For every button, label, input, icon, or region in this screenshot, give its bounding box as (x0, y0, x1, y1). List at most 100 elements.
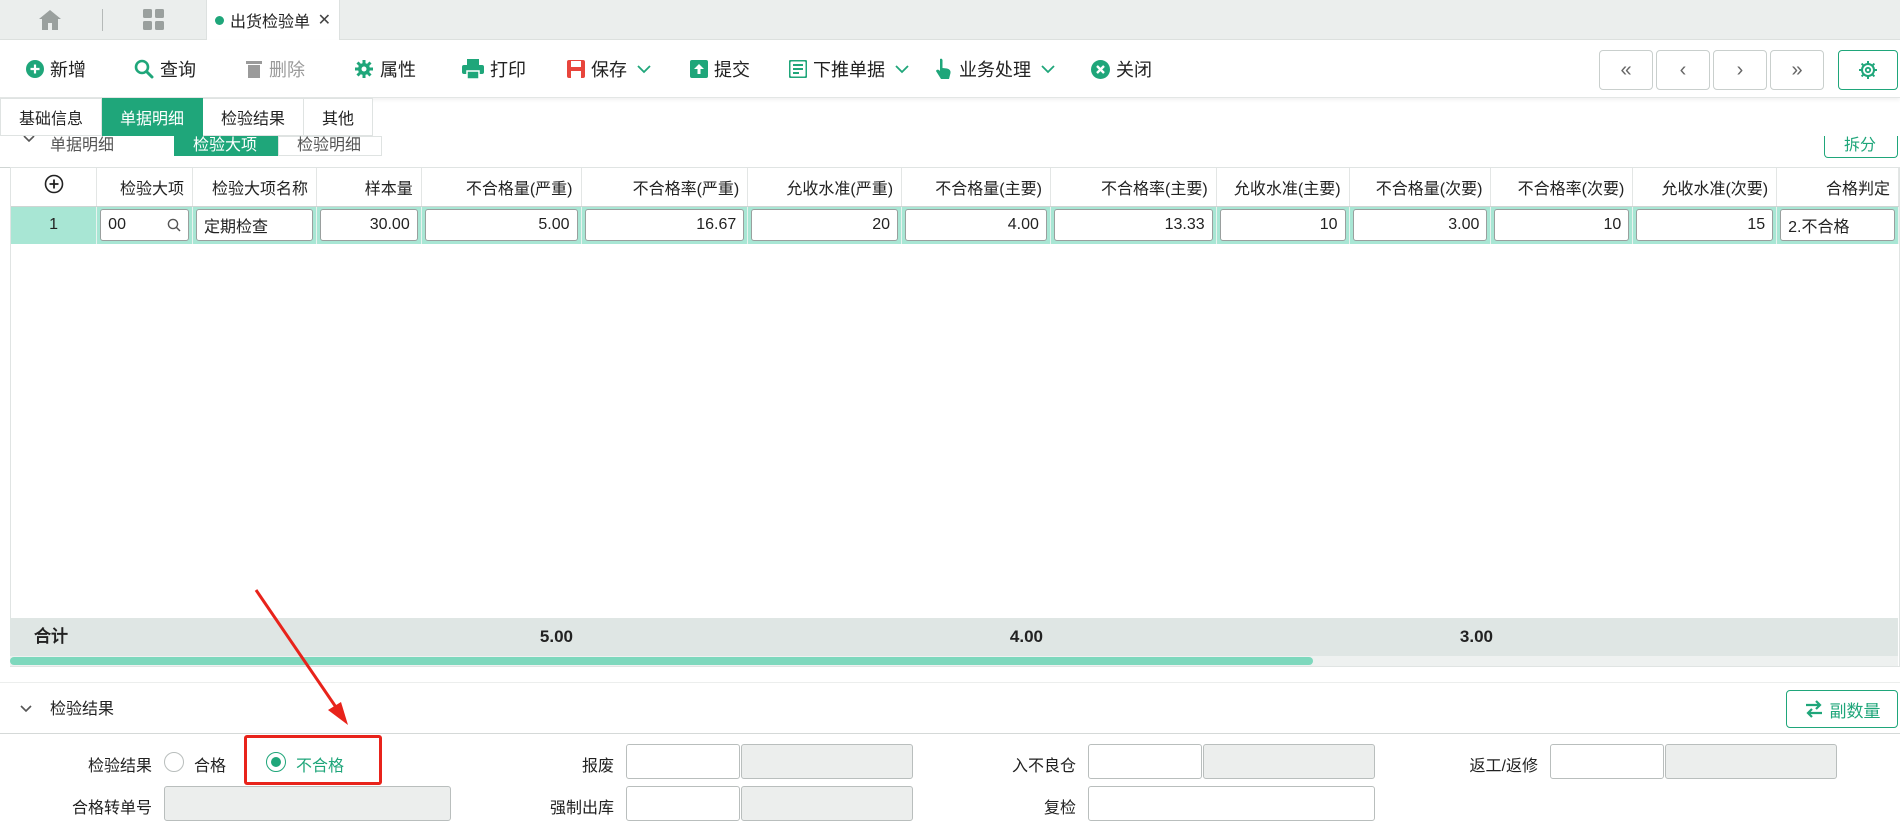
chevron-left-icon: ‹ (1679, 58, 1687, 81)
settings-button[interactable] (1838, 50, 1898, 90)
severe-defect-qty-cell[interactable]: 5.00 (421, 206, 582, 244)
section-title: 检验结果 (50, 701, 115, 718)
business-process-button[interactable]: 业务处理 (935, 56, 1055, 82)
major-aql-input[interactable]: 10 (1219, 209, 1346, 242)
secondary-quantity-button[interactable]: 副数量 (1786, 690, 1898, 728)
query-label: 查询 (160, 60, 196, 80)
cell-value: 00 (108, 216, 126, 234)
submit-button[interactable]: 提交 (690, 56, 750, 82)
pass-transfer-no-field (164, 786, 451, 821)
minor-aql-input[interactable]: 15 (1636, 209, 1774, 242)
minor-defect-rate-input[interactable]: 10 (1494, 209, 1630, 242)
pass-radio[interactable] (164, 752, 184, 772)
sample-size-input[interactable]: 30.00 (319, 209, 418, 242)
submit-label: 提交 (714, 60, 750, 80)
first-record-button[interactable]: « (1599, 50, 1653, 90)
column-header[interactable]: 允收水准(次要) (1632, 168, 1778, 207)
major-defect-rate-input[interactable]: 13.33 (1053, 209, 1213, 242)
defect-warehouse-qty-input[interactable] (1088, 744, 1202, 779)
severe-defect-qty-input[interactable]: 5.00 (424, 209, 578, 242)
major-defect-rate-cell[interactable]: 13.33 (1050, 206, 1217, 244)
close-icon[interactable]: ✕ (318, 10, 331, 30)
query-button[interactable]: 查询 (134, 56, 196, 82)
column-header[interactable]: 不合格率(主要) (1050, 168, 1217, 207)
next-record-button[interactable]: › (1713, 50, 1767, 90)
major-defect-qty-cell[interactable]: 4.00 (901, 206, 1051, 244)
minor-aql-cell[interactable]: 15 (1632, 206, 1778, 244)
column-header[interactable]: 检验大项 (96, 168, 194, 207)
scrap-qty-input[interactable] (626, 744, 740, 779)
double-chevron-right-icon: » (1791, 58, 1803, 81)
sample-size-cell[interactable]: 30.00 (316, 206, 422, 244)
column-header[interactable]: 样本量 (316, 168, 422, 207)
add-row-button[interactable] (11, 168, 98, 207)
push-document-label: 下推单据 (813, 60, 885, 80)
tab-document-detail[interactable]: 单据明细 (102, 98, 204, 136)
tab-other[interactable]: 其他 (304, 98, 374, 136)
column-header[interactable]: 不合格量(主要) (901, 168, 1051, 207)
save-label: 保存 (591, 60, 627, 80)
column-header[interactable]: 不合格量(次要) (1349, 168, 1492, 207)
major-aql-cell[interactable]: 10 (1216, 206, 1350, 244)
tab-bar: 出货检验单 ✕ (0, 0, 1900, 40)
severe-aql-cell[interactable]: 20 (747, 206, 903, 244)
tab-basic-info[interactable]: 基础信息 (0, 98, 103, 136)
delete-button[interactable]: 删除 (245, 56, 305, 82)
home-icon[interactable] (38, 9, 62, 31)
item-name-cell[interactable]: 定期检查 (192, 206, 317, 244)
previous-record-button[interactable]: ‹ (1656, 50, 1710, 90)
plus-circle-icon (44, 174, 63, 194)
severe-defect-rate-input[interactable]: 16.67 (584, 209, 745, 242)
severe-defect-rate-cell[interactable]: 16.67 (581, 206, 749, 244)
rework-qty-input[interactable] (1550, 744, 1664, 779)
column-header[interactable]: 不合格率(严重) (581, 168, 749, 207)
minor-defect-qty-input[interactable]: 3.00 (1352, 209, 1488, 242)
grid-header-row: 检验大项 检验大项名称 样本量 不合格量(严重) 不合格率(严重) 允收水准(严… (11, 168, 1899, 207)
active-dot-icon (215, 15, 224, 25)
recheck-input[interactable] (1088, 786, 1375, 821)
apps-grid-icon[interactable] (142, 9, 166, 31)
inspection-item-cell[interactable]: 00 (96, 206, 194, 244)
inspection-item-input[interactable]: 00 (100, 209, 190, 242)
search-icon[interactable] (167, 218, 181, 232)
new-button[interactable]: 新增 (26, 56, 86, 82)
print-label: 打印 (490, 60, 526, 80)
table-row[interactable]: 1 00 定期检查 30.00 5.00 16.67 20 4.00 13.33… (11, 206, 1899, 244)
judgement-input[interactable]: 2.不合格 (1780, 209, 1895, 242)
subtab-label: 检验明细 (297, 137, 362, 154)
tab-shipment-inspection[interactable]: 出货检验单 ✕ (206, 0, 340, 40)
tab-inspection-result[interactable]: 检验结果 (203, 98, 305, 136)
chevron-down-icon[interactable] (23, 136, 35, 144)
close-button[interactable]: 关闭 (1091, 56, 1152, 82)
column-header[interactable]: 不合格率(次要) (1490, 168, 1634, 207)
subtab-inspection-detail[interactable]: 检验明细 (278, 136, 382, 156)
print-button[interactable]: 打印 (462, 56, 526, 82)
forced-out-qty-input[interactable] (626, 786, 740, 821)
column-header[interactable]: 不合格量(严重) (421, 168, 582, 207)
horizontal-scrollbar[interactable] (10, 656, 1898, 666)
minor-defect-qty-cell[interactable]: 3.00 (1349, 206, 1492, 244)
major-defect-qty-input[interactable]: 4.00 (905, 209, 1047, 242)
minor-defect-rate-cell[interactable]: 10 (1490, 206, 1634, 244)
section-tabs: 基础信息 单据明细 检验结果 其他 (0, 98, 374, 136)
scrollbar-thumb[interactable] (10, 657, 1313, 665)
save-button[interactable]: 保存 (567, 56, 651, 82)
column-header[interactable]: 允收水准(主要) (1216, 168, 1350, 207)
judgement-cell[interactable]: 2.不合格 (1776, 206, 1899, 244)
pass-label[interactable]: 合格 (194, 752, 226, 776)
last-record-button[interactable]: » (1770, 50, 1824, 90)
chevron-down-icon[interactable] (895, 64, 909, 74)
chevron-down-icon[interactable] (637, 64, 651, 74)
gear-icon (1859, 61, 1877, 79)
split-button[interactable]: 拆分 (1824, 136, 1898, 158)
properties-button[interactable]: 属性 (354, 56, 416, 82)
chevron-down-icon[interactable] (1041, 64, 1055, 74)
push-document-button[interactable]: 下推单据 (789, 56, 909, 82)
chevron-down-icon[interactable] (20, 705, 32, 713)
item-name-input[interactable]: 定期检查 (196, 209, 313, 242)
subtab-inspection-item[interactable]: 检验大项 (174, 136, 278, 156)
column-header[interactable]: 允收水准(严重) (747, 168, 903, 207)
column-header[interactable]: 检验大项名称 (192, 168, 317, 207)
column-header[interactable]: 合格判定 (1776, 168, 1899, 207)
severe-aql-input[interactable]: 20 (751, 209, 899, 242)
